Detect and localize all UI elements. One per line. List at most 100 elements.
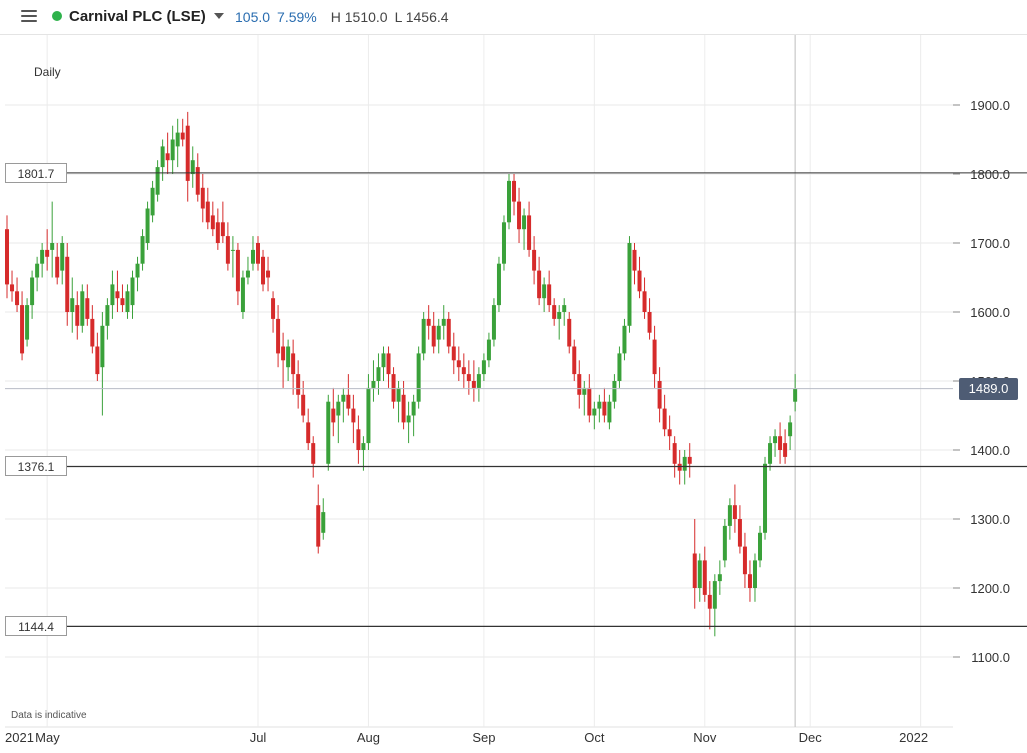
candle-body: [361, 443, 366, 450]
candle-body: [577, 374, 582, 395]
candle-body: [617, 353, 622, 381]
candle-body: [607, 401, 612, 423]
level-label-1144[interactable]: 1144.4: [5, 616, 67, 637]
candle-body: [532, 249, 537, 271]
candle-body: [773, 436, 778, 444]
candle-body: [391, 374, 396, 402]
candle-body: [326, 401, 331, 464]
instrument-title[interactable]: Carnival PLC (LSE): [69, 8, 206, 25]
candle-body: [125, 291, 130, 312]
candle-body: [336, 401, 341, 416]
candle-body: [657, 381, 662, 409]
x-tick-label: Dec: [799, 730, 823, 745]
candle-body: [602, 401, 607, 416]
last-price-label: 1489.0: [959, 377, 1018, 400]
candle-body: [240, 277, 245, 312]
x-tick-label: May: [35, 730, 60, 745]
candle-body: [466, 374, 471, 381]
y-tick-label: 1900.0: [970, 98, 1010, 113]
candle-body: [572, 346, 577, 375]
candle-body: [747, 574, 752, 588]
candle-body: [737, 519, 742, 547]
chart-area[interactable]: 1900.01800.01700.01600.01500.01400.01300…: [0, 35, 1027, 753]
candle-body: [160, 146, 165, 168]
level-label-1376[interactable]: 1376.1: [5, 456, 67, 477]
candle-body: [90, 318, 95, 347]
y-tick-label: 1600.0: [970, 305, 1010, 320]
candle-body: [501, 222, 506, 264]
chart-header: Carnival PLC (LSE) 105.0 7.59% H 1510.0 L 1…: [0, 0, 1027, 35]
timeframe-label[interactable]: Daily: [34, 65, 61, 79]
chevron-down-icon[interactable]: [214, 13, 224, 19]
candle-body: [245, 270, 250, 278]
candle-body: [220, 222, 225, 237]
candle-body: [25, 305, 30, 340]
candle-body: [411, 401, 416, 416]
candle-body: [592, 408, 597, 416]
candle-body: [672, 443, 677, 464]
candle-body: [451, 346, 456, 361]
candle-body: [637, 270, 642, 292]
y-tick-label: 1700.0: [970, 236, 1010, 251]
candle-body: [331, 408, 336, 423]
candle-body: [145, 208, 150, 243]
x-tick-label: Sep: [472, 730, 495, 745]
candle-body: [778, 436, 783, 450]
candle-body: [110, 284, 115, 306]
level-label-1801[interactable]: 1801.7: [5, 162, 67, 183]
market-status-dot: [52, 11, 62, 21]
candle-body: [386, 353, 391, 375]
candle-body: [60, 243, 65, 271]
candle-body: [471, 381, 476, 388]
candle-body: [266, 270, 271, 278]
candle-body: [612, 381, 617, 402]
candle-body: [622, 325, 627, 354]
candle-body: [215, 222, 220, 243]
candle-body: [627, 243, 632, 326]
candle-body: [45, 249, 50, 257]
candle-body: [557, 312, 562, 319]
candle-body: [547, 284, 552, 306]
candle-body: [687, 456, 692, 464]
menu-icon[interactable]: [21, 10, 37, 23]
candle-body: [436, 325, 441, 340]
candle-body: [446, 318, 451, 347]
candle-body: [727, 505, 732, 526]
candle-body: [697, 560, 702, 588]
candle-body: [150, 187, 155, 216]
x-tick-label: 2022: [899, 730, 928, 745]
candle-body: [135, 263, 140, 278]
candle-body: [35, 263, 40, 278]
y-tick-label: 1200.0: [970, 581, 1010, 596]
candle-body: [65, 256, 70, 312]
candle-body: [50, 243, 55, 250]
candle-body: [431, 325, 436, 347]
candle-body: [190, 160, 195, 174]
x-tick-label: Nov: [693, 730, 717, 745]
candle-body: [702, 560, 707, 595]
candle-body: [381, 353, 386, 368]
candle-body: [396, 387, 401, 402]
candle-body: [256, 243, 260, 264]
candle-body: [175, 132, 180, 147]
candle-body: [401, 394, 406, 423]
candle-body: [95, 346, 100, 375]
candle-body: [758, 532, 762, 561]
candle-body: [677, 463, 682, 471]
candle-body: [667, 429, 672, 437]
candle-body: [476, 374, 481, 388]
candle-body: [768, 443, 773, 464]
candle-body: [316, 505, 321, 547]
candle-body: [276, 318, 281, 354]
candle-body: [165, 153, 170, 161]
candle-body: [652, 339, 657, 375]
candle-body: [491, 305, 496, 340]
candle-body: [537, 270, 542, 299]
candlestick-chart[interactable]: 1900.01800.01700.01600.01500.01400.01300…: [0, 35, 1027, 753]
candle-body: [346, 394, 351, 409]
candle-body: [597, 401, 602, 409]
candle-body: [155, 167, 160, 195]
candle-body: [567, 318, 572, 347]
candle-body: [210, 215, 215, 230]
candle-body: [783, 443, 788, 457]
